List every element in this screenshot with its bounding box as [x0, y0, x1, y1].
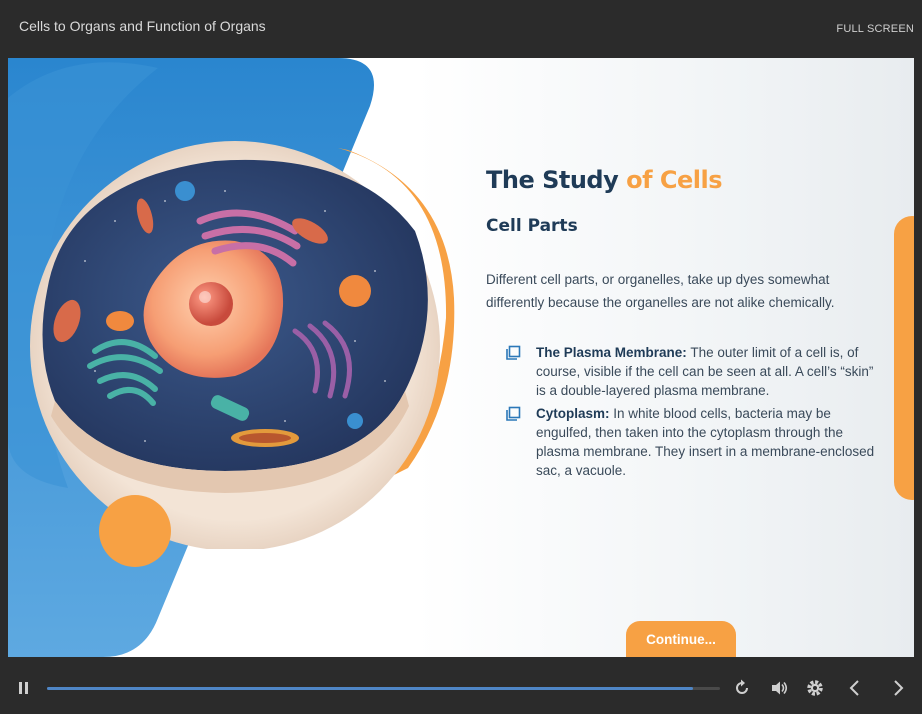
pause-icon[interactable] [14, 678, 34, 698]
progress-bar[interactable] [47, 687, 720, 690]
cell-illustration [30, 141, 440, 549]
progress-fill [47, 687, 694, 690]
fullscreen-button[interactable]: FULL SCREEN [836, 23, 914, 35]
replay-icon[interactable] [732, 678, 752, 698]
slide-subtitle: Cell Parts [486, 216, 578, 236]
slide-title-main: The Study [486, 166, 627, 194]
slide-title: The Study of Cells [486, 166, 723, 194]
slide-canvas: The Study of Cells Cell Parts Different … [8, 58, 914, 657]
prev-icon[interactable] [845, 678, 865, 698]
settings-icon[interactable] [805, 678, 825, 698]
bullet-term: Cytoplasm: [536, 406, 610, 421]
player-controls [0, 664, 922, 714]
decorative-orange-tab [894, 216, 914, 500]
decorative-orange-circle [99, 495, 171, 567]
volume-icon[interactable] [769, 678, 789, 698]
continue-button[interactable]: Continue... [626, 621, 736, 657]
top-bar: Cells to Organs and Function of Organs F… [0, 0, 922, 58]
copy-icon [506, 406, 521, 421]
slide-title-accent: of Cells [626, 166, 723, 194]
bullet-list: The Plasma Membrane: The outer limit of … [505, 343, 875, 484]
intro-paragraph: Different cell parts, or organelles, tak… [486, 272, 835, 310]
list-item: Cytoplasm: In white blood cells, bacteri… [505, 404, 875, 480]
next-icon[interactable] [888, 678, 908, 698]
course-title: Cells to Organs and Function of Organs [19, 18, 266, 34]
list-item: The Plasma Membrane: The outer limit of … [505, 343, 875, 400]
bullet-term: The Plasma Membrane: [536, 345, 687, 360]
copy-icon [506, 345, 521, 360]
